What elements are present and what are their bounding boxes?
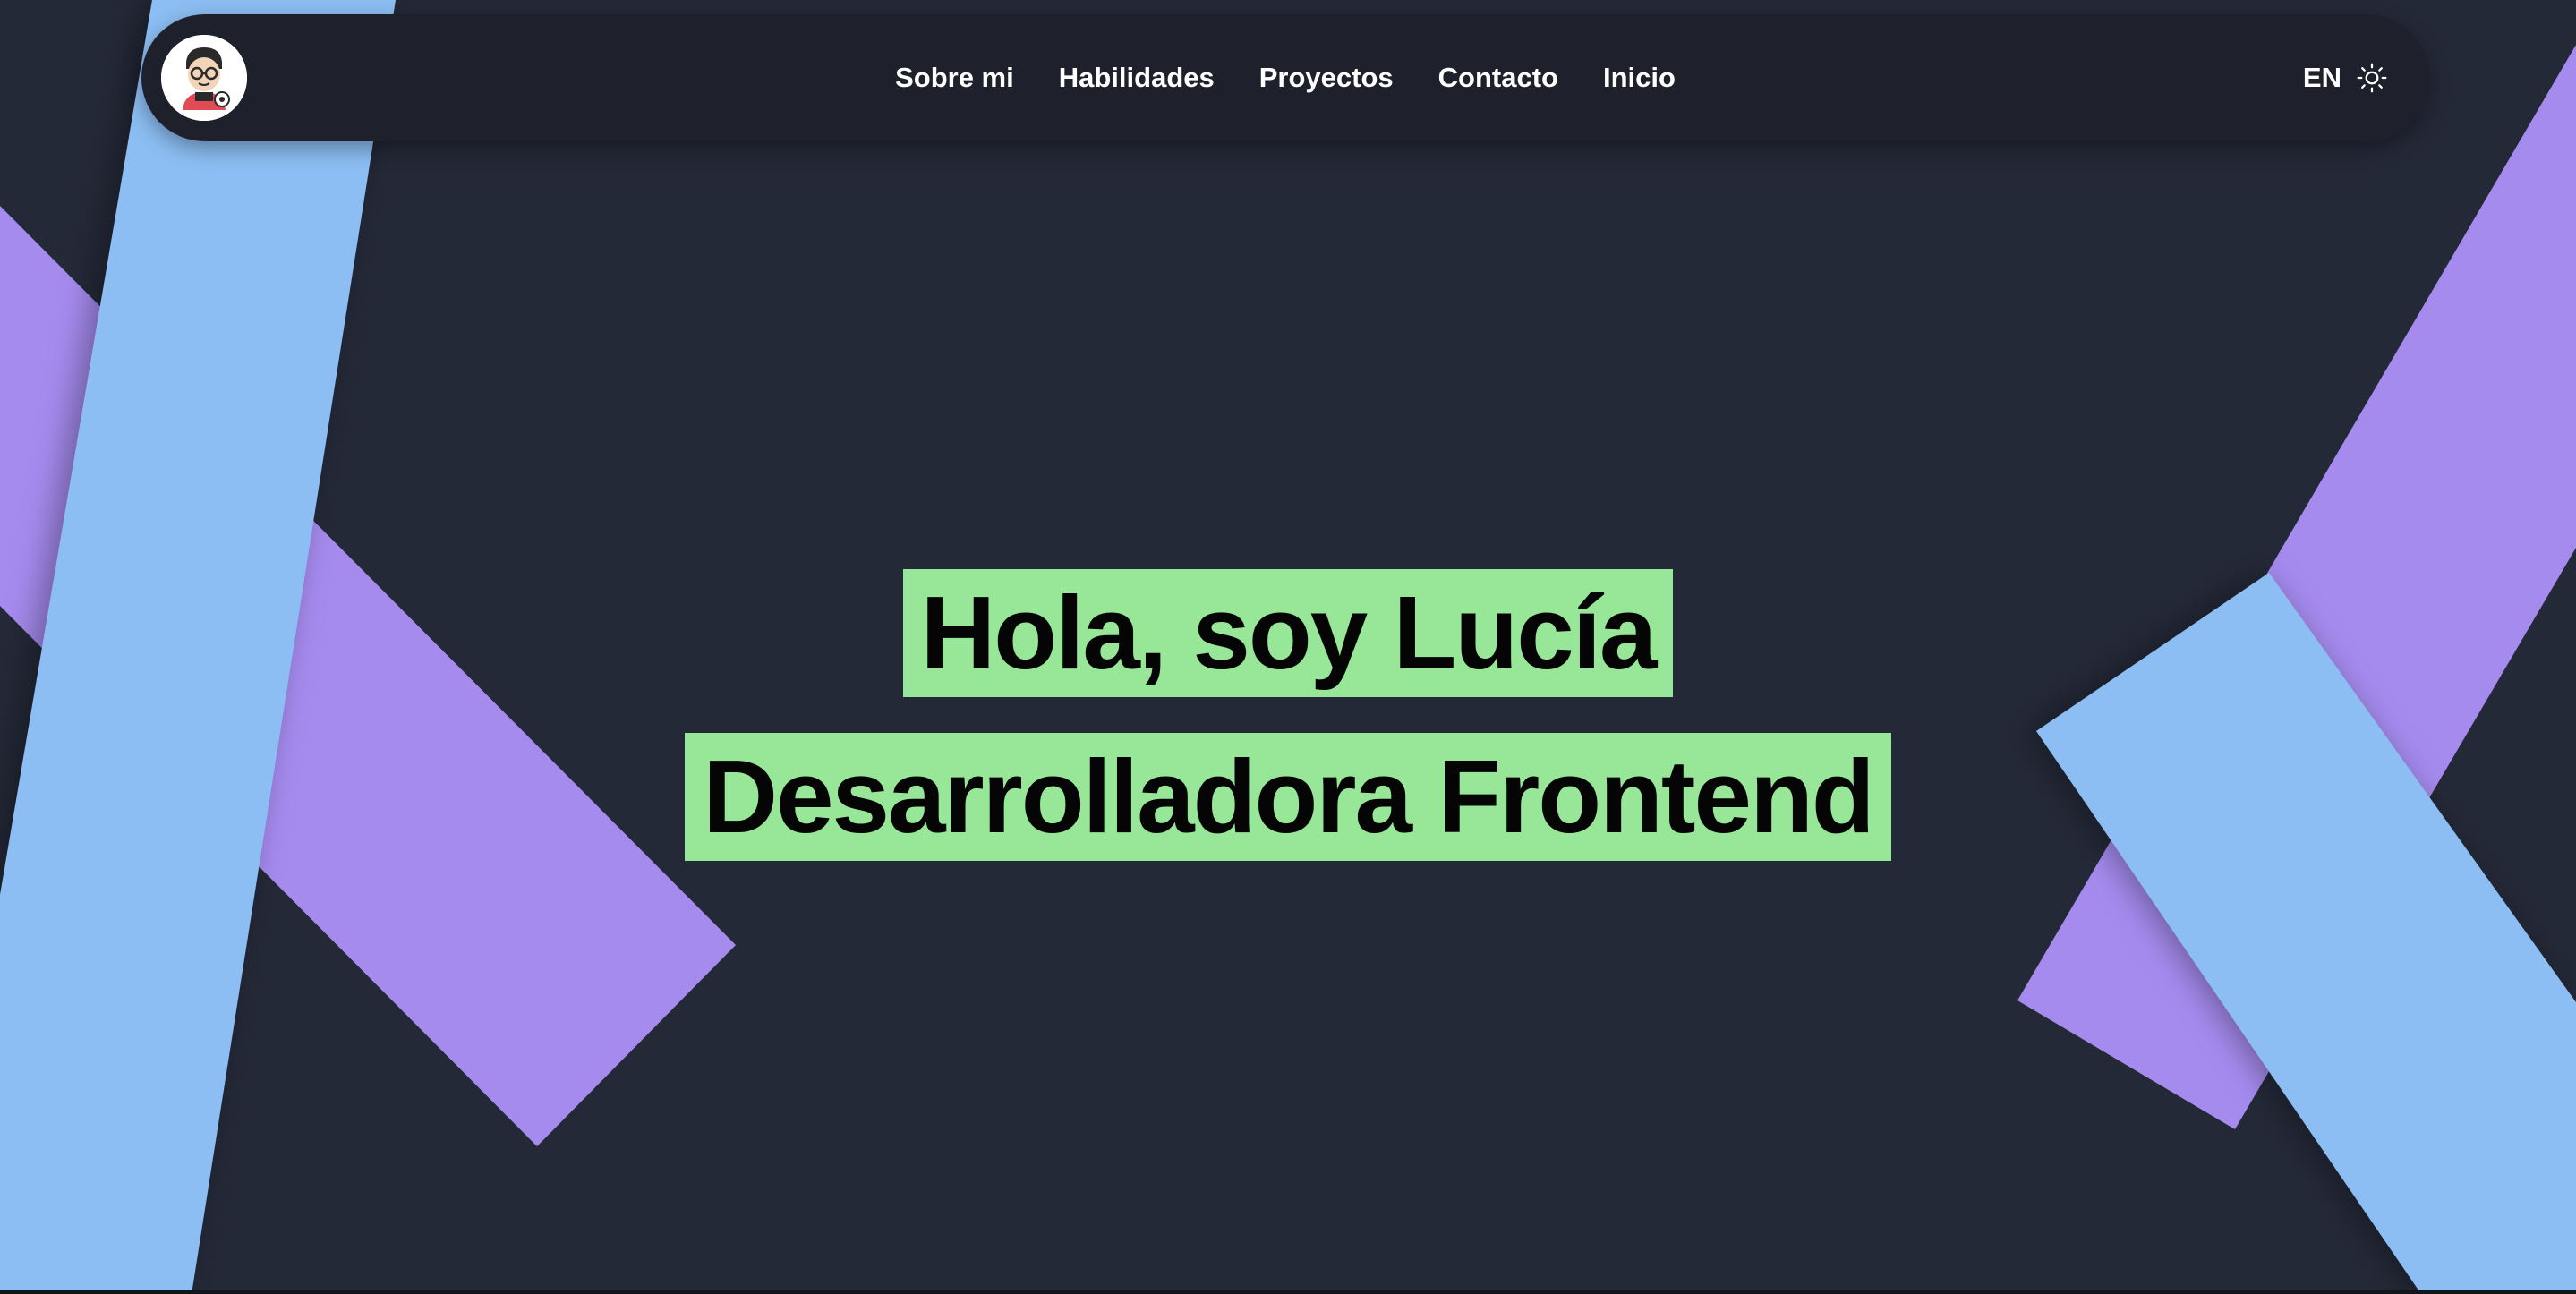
nav-link-proyectos[interactable]: Proyectos (1259, 62, 1394, 94)
nav-link-habilidades[interactable]: Habilidades (1059, 62, 1215, 94)
nav-link-inicio[interactable]: Inicio (1603, 62, 1676, 94)
hero: Hola, soy Lucía Desarrolladora Frontend (0, 569, 2576, 861)
hero-greeting: Hola, soy Lucía (902, 569, 1674, 697)
bottom-edge (0, 1290, 2576, 1294)
nav-controls: EN (2303, 14, 2390, 141)
theme-toggle-button[interactable] (2354, 60, 2390, 96)
nav-link-contacto[interactable]: Contacto (1438, 62, 1558, 94)
hero-role: Desarrolladora Frontend (685, 733, 1891, 861)
nav-links: Sobre mi Habilidades Proyectos Contacto … (141, 14, 2429, 141)
sun-icon (2357, 63, 2387, 93)
nav-link-sobre-mi[interactable]: Sobre mi (895, 62, 1014, 94)
page: Sobre mi Habilidades Proyectos Contacto … (0, 0, 2576, 1294)
language-toggle-button[interactable]: EN (2303, 62, 2341, 94)
navbar: Sobre mi Habilidades Proyectos Contacto … (141, 14, 2429, 141)
